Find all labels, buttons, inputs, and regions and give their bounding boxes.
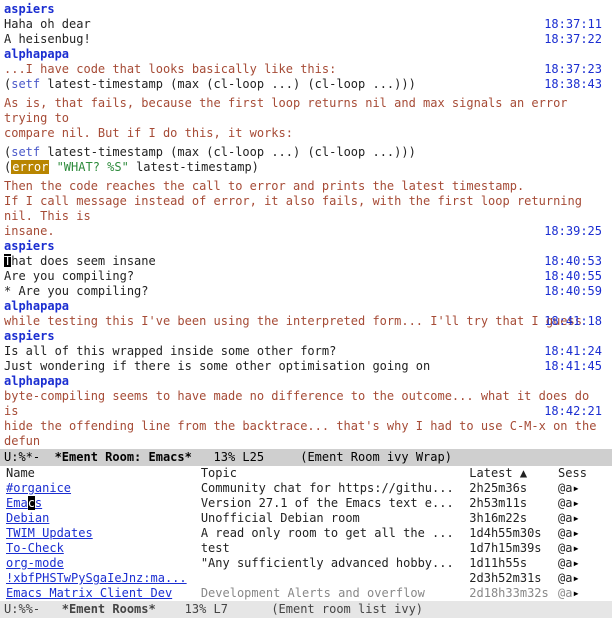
timestamp: 18:40:55 [544,269,602,284]
room-list[interactable]: Name Topic Latest ▲ Sess #organiceCommun… [4,466,608,601]
room-name[interactable]: To-Check [4,541,199,556]
room-topic: Community chat for https://githu... [199,481,467,496]
room-row[interactable]: org-mode"Any sufficiently advanced hobby… [4,556,608,571]
chevron-right-icon [572,541,579,555]
modeline-chat: U:%*- *Ement Room: Emacs* 13% L25 (Ement… [0,449,612,466]
room-topic: Development Alerts and overflow [199,586,467,601]
chevron-right-icon [572,496,579,510]
room-session: @a [556,541,608,556]
chat-line: compare nil. But if I do this, it works: [4,126,293,140]
timestamp: 18:37:23 [544,62,602,77]
room-row[interactable]: DebianUnofficial Debian room3h16m22s@a [4,511,608,526]
chat-line[interactable]: That does seem insane [4,254,156,268]
room-session: @a [556,526,608,541]
room-session: @a [556,586,608,601]
room-row[interactable]: EmacsVersion 27.1 of the Emacs text e...… [4,496,608,511]
room-name[interactable]: #organice [4,481,199,496]
modeline-rooms: U:%%- *Ement Rooms* 13% L7 (Ement room l… [0,601,612,618]
hdr-latest[interactable]: Latest ▲ [467,466,556,481]
chat-line: A heisenbug! [4,32,91,46]
chat-line: byte-compiling seems to have made no dif… [4,389,589,418]
room-name[interactable]: !xbfPHSTwPySgaIeJnz:ma... [4,571,199,586]
nick: alphapapa [4,299,69,313]
room-latest: 1d7h15m39s [467,541,556,556]
room-topic: Unofficial Debian room [199,511,467,526]
chat-buffer: aspiers Haha oh dear 18:37:11 A heisenbug… [0,0,612,449]
nick: alphapapa [4,47,69,61]
chevron-right-icon [572,586,579,600]
room-name[interactable]: Emacs [4,496,199,511]
room-latest: 2h53m11s [467,496,556,511]
chevron-right-icon [572,481,579,495]
room-name[interactable]: Emacs Matrix Client Dev [4,586,199,601]
chat-line: Are you compiling? [4,269,134,283]
timestamp: 18:37:22 [544,32,602,47]
room-latest: 2h25m36s [467,481,556,496]
minibuffer[interactable] [0,618,612,636]
nick: alphapapa [4,374,69,388]
chat-line: Haha oh dear [4,17,91,31]
room-topic [199,571,467,586]
timestamp: 18:39:25 [544,224,602,239]
chat-line: Is all of this wrapped inside some other… [4,344,336,358]
room-session: @a [556,481,608,496]
timestamp: 18:40:59 [544,284,602,299]
chat-line: Then the code reaches the call to error … [4,179,524,193]
chat-line: while testing this I've been using the i… [4,314,582,328]
chat-line: * Are you compiling? [4,284,149,298]
chat-line: hide the offending line from the backtra… [4,419,596,448]
room-latest: 2d18h33m32s [467,586,556,601]
nick: aspiers [4,239,55,253]
code-line: (error "WHAT? %S" latest-timestamp) [4,160,259,174]
chat-line: As is, that fails, because the first loo… [4,96,568,125]
chat-line: Just wondering if there is some other op… [4,359,430,373]
room-row[interactable]: !xbfPHSTwPySgaIeJnz:ma... 2d3h52m31s@a [4,571,608,586]
chat-line: If I call message instead of error, it a… [4,194,582,223]
room-topic: Version 27.1 of the Emacs text e... [199,496,467,511]
room-session: @a [556,556,608,571]
room-session: @a [556,496,608,511]
nick: aspiers [4,2,55,16]
timestamp: 18:42:21 [544,404,602,419]
room-name[interactable]: Debian [4,511,199,526]
chat-line: insane. [4,224,55,238]
timestamp: 18:37:11 [544,17,602,32]
room-name[interactable]: TWIM Updates [4,526,199,541]
room-topic: test [199,541,467,556]
room-latest: 1d4h55m30s [467,526,556,541]
room-list-header[interactable]: Name Topic Latest ▲ Sess [4,466,608,481]
code-line: (setf latest-timestamp (max (cl-loop ...… [4,77,416,91]
room-topic: A read only room to get all the ... [199,526,467,541]
timestamp: 18:41:24 [544,344,602,359]
hdr-name[interactable]: Name [4,466,199,481]
room-latest: 2d3h52m31s [467,571,556,586]
hdr-sess[interactable]: Sess [556,466,608,481]
chevron-right-icon [572,571,579,585]
timestamp: 18:41:45 [544,359,602,374]
room-name[interactable]: org-mode [4,556,199,571]
chevron-right-icon [572,526,579,540]
timestamp: 18:40:53 [544,254,602,269]
nick: aspiers [4,329,55,343]
code-line: (setf latest-timestamp (max (cl-loop ...… [4,145,416,159]
room-session: @a [556,511,608,526]
room-row[interactable]: TWIM UpdatesA read only room to get all … [4,526,608,541]
timestamp: 18:41:18 [544,314,602,329]
room-latest: 1d11h55s [467,556,556,571]
room-session: @a [556,571,608,586]
chevron-right-icon [572,511,579,525]
room-row[interactable]: #organiceCommunity chat for https://gith… [4,481,608,496]
timestamp: 18:38:43 [544,77,602,92]
room-topic: "Any sufficiently advanced hobby... [199,556,467,571]
chevron-right-icon [572,556,579,570]
room-row[interactable]: To-Checktest1d7h15m39s@a [4,541,608,556]
chat-line: ...I have code that looks basically like… [4,62,336,76]
room-row[interactable]: Emacs Matrix Client DevDevelopment Alert… [4,586,608,601]
hdr-topic[interactable]: Topic [199,466,467,481]
room-latest: 3h16m22s [467,511,556,526]
